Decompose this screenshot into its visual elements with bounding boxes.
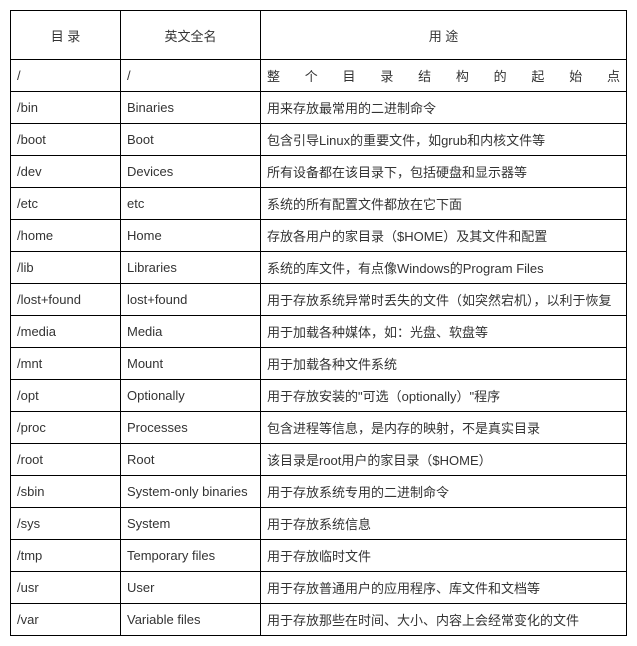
cell-dir: /bin: [11, 92, 121, 124]
table-row: /etcetc系统的所有配置文件都放在它下面: [11, 188, 627, 220]
cell-name: Root: [121, 444, 261, 476]
table-row: /tmpTemporary files用于存放临时文件: [11, 540, 627, 572]
cell-use: 系统的所有配置文件都放在它下面: [261, 188, 627, 220]
cell-use: 系统的库文件，有点像Windows的Program Files: [261, 252, 627, 284]
table-row: /lost+foundlost+found用于存放系统异常时丢失的文件（如突然宕…: [11, 284, 627, 316]
cell-name: System: [121, 508, 261, 540]
table-row: /binBinaries用来存放最常用的二进制命令: [11, 92, 627, 124]
table-row: /sysSystem用于存放系统信息: [11, 508, 627, 540]
table-row: /bootBoot包含引导Linux的重要文件，如grub和内核文件等: [11, 124, 627, 156]
header-dir: 目 录: [11, 11, 121, 60]
cell-use: 用于存放系统信息: [261, 508, 627, 540]
cell-use: 用于加载各种媒体，如：光盘、软盘等: [261, 316, 627, 348]
cell-name: Home: [121, 220, 261, 252]
table-row: /rootRoot该目录是root用户的家目录（$HOME）: [11, 444, 627, 476]
cell-name: Binaries: [121, 92, 261, 124]
cell-name: Libraries: [121, 252, 261, 284]
table-row: /procProcesses包含进程等信息，是内存的映射，不是真实目录: [11, 412, 627, 444]
cell-dir: /sys: [11, 508, 121, 540]
cell-use: 用于存放临时文件: [261, 540, 627, 572]
cell-dir: /tmp: [11, 540, 121, 572]
table-row: /sbinSystem-only binaries用于存放系统专用的二进制命令: [11, 476, 627, 508]
cell-use: 包含进程等信息，是内存的映射，不是真实目录: [261, 412, 627, 444]
cell-use: 用来存放最常用的二进制命令: [261, 92, 627, 124]
cell-name: Optionally: [121, 380, 261, 412]
cell-use: 用于存放系统异常时丢失的文件（如突然宕机），以利于恢复: [261, 284, 627, 316]
cell-name: /: [121, 60, 261, 92]
cell-dir: /var: [11, 604, 121, 636]
cell-dir: /usr: [11, 572, 121, 604]
cell-use: 用于存放安装的"可选（optionally）"程序: [261, 380, 627, 412]
cell-use: 存放各用户的家目录（$HOME）及其文件和配置: [261, 220, 627, 252]
table-row: /libLibraries系统的库文件，有点像Windows的Program F…: [11, 252, 627, 284]
table-row: /usrUser用于存放普通用户的应用程序、库文件和文档等: [11, 572, 627, 604]
cell-dir: /mnt: [11, 348, 121, 380]
table-row: /optOptionally用于存放安装的"可选（optionally）"程序: [11, 380, 627, 412]
cell-name: Processes: [121, 412, 261, 444]
cell-name: Temporary files: [121, 540, 261, 572]
cell-use: 整个目录结构的起始点: [261, 60, 627, 92]
cell-dir: /opt: [11, 380, 121, 412]
cell-name: etc: [121, 188, 261, 220]
cell-name: lost+found: [121, 284, 261, 316]
cell-dir: /sbin: [11, 476, 121, 508]
cell-name: User: [121, 572, 261, 604]
cell-name: Variable files: [121, 604, 261, 636]
cell-use: 包含引导Linux的重要文件，如grub和内核文件等: [261, 124, 627, 156]
cell-use: 该目录是root用户的家目录（$HOME）: [261, 444, 627, 476]
table-row: /devDevices所有设备都在该目录下，包括硬盘和显示器等: [11, 156, 627, 188]
table-row: /homeHome存放各用户的家目录（$HOME）及其文件和配置: [11, 220, 627, 252]
header-row: 目 录 英文全名 用 途: [11, 11, 627, 60]
cell-dir: /: [11, 60, 121, 92]
table-row: /varVariable files用于存放那些在时间、大小、内容上会经常变化的…: [11, 604, 627, 636]
cell-name: Media: [121, 316, 261, 348]
cell-dir: /dev: [11, 156, 121, 188]
cell-dir: /lib: [11, 252, 121, 284]
cell-dir: /media: [11, 316, 121, 348]
cell-name: Devices: [121, 156, 261, 188]
table-row: /mediaMedia用于加载各种媒体，如：光盘、软盘等: [11, 316, 627, 348]
cell-name: Boot: [121, 124, 261, 156]
table-row: //整个目录结构的起始点: [11, 60, 627, 92]
cell-dir: /boot: [11, 124, 121, 156]
header-use: 用 途: [261, 11, 627, 60]
cell-use: 用于加载各种文件系统: [261, 348, 627, 380]
cell-dir: /proc: [11, 412, 121, 444]
cell-dir: /etc: [11, 188, 121, 220]
cell-name: System-only binaries: [121, 476, 261, 508]
table-row: /mntMount用于加载各种文件系统: [11, 348, 627, 380]
cell-use: 用于存放系统专用的二进制命令: [261, 476, 627, 508]
cell-use: 用于存放普通用户的应用程序、库文件和文档等: [261, 572, 627, 604]
cell-dir: /home: [11, 220, 121, 252]
linux-dir-table: 目 录 英文全名 用 途 //整个目录结构的起始点/binBinaries用来存…: [10, 10, 627, 636]
header-name: 英文全名: [121, 11, 261, 60]
cell-dir: /lost+found: [11, 284, 121, 316]
cell-name: Mount: [121, 348, 261, 380]
cell-use: 所有设备都在该目录下，包括硬盘和显示器等: [261, 156, 627, 188]
cell-use: 用于存放那些在时间、大小、内容上会经常变化的文件: [261, 604, 627, 636]
cell-dir: /root: [11, 444, 121, 476]
